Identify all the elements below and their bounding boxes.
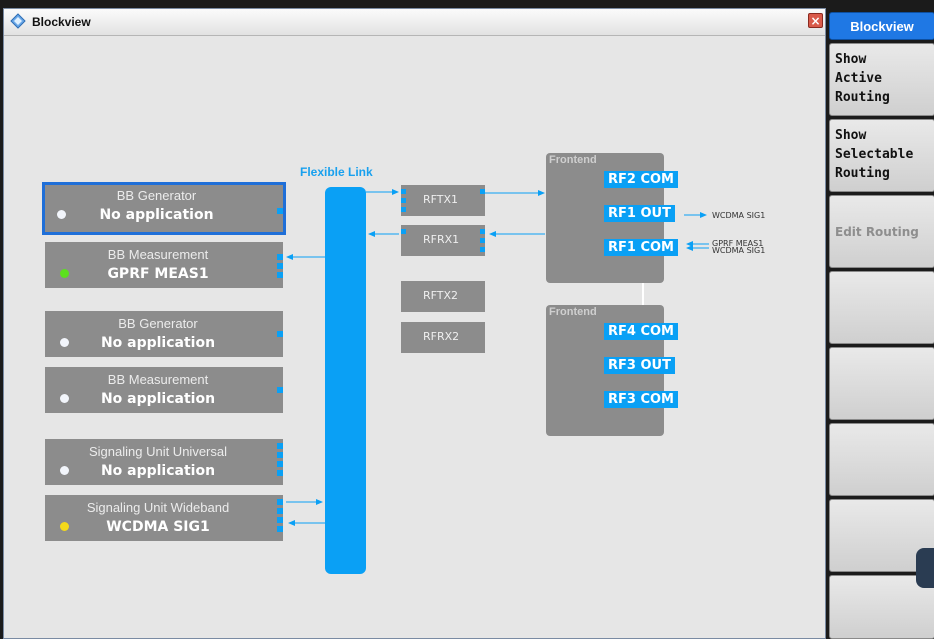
status-led-icon <box>60 269 69 278</box>
flexible-link-bar[interactable] <box>325 187 366 574</box>
softkey-label: Show Active Routing <box>835 52 890 105</box>
frontend-label: Frontend <box>549 154 597 166</box>
port-icon <box>277 272 283 278</box>
softkey-empty-5[interactable] <box>829 347 934 420</box>
status-led-icon <box>60 338 69 347</box>
port-icon <box>480 238 485 243</box>
rf1-com-connector[interactable]: RF1 COM <box>604 239 678 256</box>
close-icon[interactable]: × <box>808 13 823 28</box>
bb-generator-2-block[interactable]: BB Generator No application <box>45 311 283 357</box>
signaling-unit-wideband-block[interactable]: Signaling Unit Wideband WCDMA SIG1 <box>45 495 283 541</box>
rf-box-label: RFRX1 <box>423 233 460 246</box>
block-value: GPRF MEAS1 <box>107 266 209 282</box>
softkey-label: Edit Routing <box>835 225 919 239</box>
block-title: BB Measurement <box>107 372 209 387</box>
port-icon <box>277 517 283 523</box>
block-title: BB Generator <box>118 316 198 331</box>
block-title: Signaling Unit Universal <box>88 444 227 459</box>
port-icon <box>480 189 485 194</box>
bb-measurement-1-block[interactable]: BB Measurement GPRF MEAS1 <box>45 242 283 288</box>
port-icon <box>401 198 406 203</box>
status-led-icon <box>57 210 66 219</box>
routing-label-rf1-out: WCDMA SIG1 <box>712 211 766 220</box>
port-icon <box>401 207 406 212</box>
port-icon <box>277 526 283 532</box>
blockview-app-icon <box>10 13 26 29</box>
rf4-com-connector[interactable]: RF4 COM <box>604 323 678 340</box>
port-icon <box>277 443 283 449</box>
flexible-link-label: Flexible Link <box>300 165 373 179</box>
block-value: No application <box>100 335 216 351</box>
connector-label: RF1 COM <box>608 240 674 255</box>
port-icon <box>277 387 283 393</box>
port-icon <box>401 229 406 234</box>
connector-label: RF3 COM <box>608 392 674 407</box>
edit-routing-button[interactable]: Edit Routing <box>829 195 934 268</box>
rf2-com-connector[interactable]: RF2 COM <box>604 171 678 188</box>
port-icon <box>277 263 283 269</box>
port-icon <box>480 229 485 234</box>
frontend-1-block[interactable]: Frontend RF2 COM RF1 OUT RF1 COM <box>546 153 678 283</box>
status-led-icon <box>60 522 69 531</box>
port-icon <box>277 254 283 260</box>
connector-label: RF3 OUT <box>608 358 671 373</box>
status-led-icon <box>60 394 69 403</box>
show-selectable-routing-button[interactable]: Show Selectable Routing <box>829 119 934 192</box>
rf-box-label: RFTX1 <box>423 193 459 206</box>
block-value: No application <box>100 463 216 479</box>
softkey-panel: Blockview Show Active Routing Show Selec… <box>826 0 934 639</box>
softkey-header-blockview[interactable]: Blockview <box>829 12 934 40</box>
bb-generator-1-block[interactable]: BB Generator No application <box>42 182 286 235</box>
rf3-out-connector[interactable]: RF3 OUT <box>604 357 675 374</box>
port-icon <box>277 461 283 467</box>
port-icon <box>277 331 283 337</box>
connector-label: RF1 OUT <box>608 206 671 221</box>
port-icon <box>277 452 283 458</box>
show-active-routing-button[interactable]: Show Active Routing <box>829 43 934 116</box>
connector-label: RF2 COM <box>608 172 674 187</box>
rftx1-box[interactable]: RFTX1 <box>401 185 485 216</box>
port-icon <box>277 208 283 214</box>
connector-label: RF4 COM <box>608 324 674 339</box>
title-bar: Blockview × <box>4 9 825 36</box>
port-icon <box>277 470 283 476</box>
rotary-knob-icon <box>916 548 934 588</box>
rfrx2-box[interactable]: RFRX2 <box>401 322 485 353</box>
rf-box-label: RFTX2 <box>423 289 459 302</box>
block-value: WCDMA SIG1 <box>106 519 210 535</box>
block-title: BB Measurement <box>107 247 209 262</box>
rf1-out-connector[interactable]: RF1 OUT <box>604 205 675 222</box>
block-value: No application <box>99 207 214 223</box>
status-led-icon <box>60 466 69 475</box>
softkey-empty-6[interactable] <box>829 423 934 496</box>
block-title: BB Generator <box>116 188 197 203</box>
block-value: No application <box>100 391 216 407</box>
block-diagram: Flexible Link BB Generator No applicatio… <box>4 35 825 639</box>
window-title: Blockview <box>32 15 91 29</box>
blockview-window: Blockview × Flexible Link BB Generator N… <box>3 8 826 639</box>
port-icon <box>277 508 283 514</box>
routing-label-rf1-com-2: WCDMA SIG1 <box>712 246 766 255</box>
rf3-com-connector[interactable]: RF3 COM <box>604 391 678 408</box>
port-icon <box>401 189 406 194</box>
frontend-label: Frontend <box>549 306 597 318</box>
rf-box-label: RFRX2 <box>423 330 460 343</box>
rftx2-box[interactable]: RFTX2 <box>401 281 485 312</box>
port-icon <box>277 499 283 505</box>
rfrx1-box[interactable]: RFRX1 <box>401 225 485 256</box>
softkey-empty-4[interactable] <box>829 271 934 344</box>
signaling-unit-universal-block[interactable]: Signaling Unit Universal No application <box>45 439 283 485</box>
softkey-label: Show Selectable Routing <box>835 128 914 181</box>
bb-measurement-2-block[interactable]: BB Measurement No application <box>45 367 283 413</box>
frontend-2-block[interactable]: Frontend RF4 COM RF3 OUT RF3 COM <box>546 305 678 436</box>
port-icon <box>480 247 485 252</box>
block-title: Signaling Unit Wideband <box>86 500 230 515</box>
softkey-label: Blockview <box>850 19 914 34</box>
